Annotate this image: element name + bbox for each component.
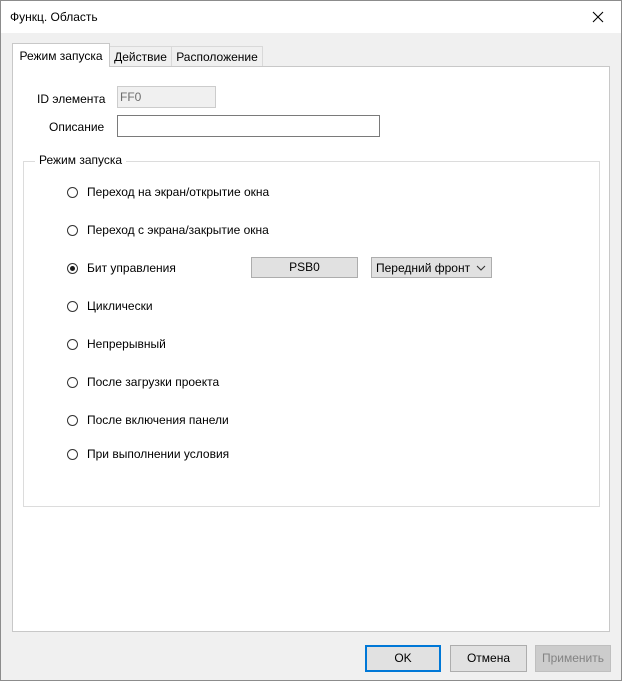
tab-label: Расположение [176,50,258,64]
radio-label: После включения панели [87,413,229,427]
launch-mode-group-title: Режим запуска [35,153,127,167]
radio-button[interactable] [67,300,78,312]
window-title: Функц. Область [10,10,98,24]
radio-button[interactable] [67,448,78,460]
radio-label: Непрерывный [87,337,166,351]
radio-button[interactable] [67,224,78,236]
radio-label: При выполнении условия [87,447,230,461]
edge-select-dropdown[interactable]: Передний фронт [371,257,492,278]
dialog-window: Функц. Область Режим запуска Действие Ра… [0,0,622,681]
radio-label: Переход на экран/открытие окна [87,185,270,199]
radio-control-bit[interactable]: Бит управления [67,260,176,276]
radio-button[interactable] [67,414,78,426]
radio-cyclic[interactable]: Циклически [67,298,153,314]
edge-select-value: Передний фронт [376,261,471,275]
ok-button[interactable]: OK [365,645,441,672]
radio-button[interactable] [67,186,78,198]
radio-label: Бит управления [87,261,176,275]
tab-launch-mode[interactable]: Режим запуска [12,43,110,67]
radio-label: Циклически [87,299,153,313]
description-label: Описание [49,120,105,134]
apply-button: Применить [535,645,611,672]
element-id-field: FF0 [117,86,216,108]
radio-label: Переход с экрана/закрытие окна [87,223,269,237]
tab-label: Действие [114,50,167,64]
radio-after-panel-power-on[interactable]: После включения панели [67,412,229,428]
tab-action[interactable]: Действие [109,46,172,66]
radio-close-screen[interactable]: Переход с экрана/закрытие окна [67,222,269,238]
radio-open-screen[interactable]: Переход на экран/открытие окна [67,184,269,200]
element-id-label: ID элемента [37,92,106,106]
cancel-button[interactable]: Отмена [450,645,527,672]
tab-location[interactable]: Расположение [171,46,263,66]
radio-button-checked[interactable] [67,262,78,274]
close-button[interactable] [575,1,621,33]
control-bit-address-button[interactable]: PSB0 [251,257,358,278]
radio-button[interactable] [67,338,78,350]
description-input[interactable] [117,115,380,137]
tab-label: Режим запуска [19,49,103,63]
radio-label: После загрузки проекта [87,375,220,389]
title-bar: Функц. Область [1,1,621,33]
radio-button[interactable] [67,376,78,388]
radio-continuous[interactable]: Непрерывный [67,336,166,352]
chevron-down-icon [476,265,486,271]
close-icon [592,11,604,23]
radio-after-project-load[interactable]: После загрузки проекта [67,374,219,390]
radio-on-condition[interactable]: При выполнении условия [67,446,229,462]
